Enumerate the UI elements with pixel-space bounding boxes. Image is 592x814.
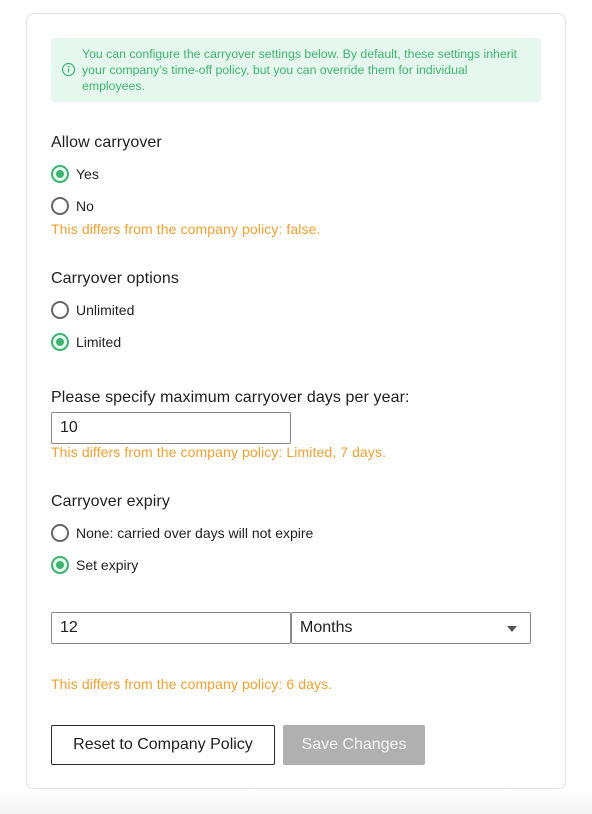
radio-unchecked-icon[interactable]	[51, 197, 69, 215]
save-changes-button[interactable]: Save Changes	[283, 725, 425, 765]
max-carryover-days-label: Please specify maximum carryover days pe…	[51, 389, 410, 406]
reset-to-company-policy-button[interactable]: Reset to Company Policy	[51, 725, 275, 765]
radio-unchecked-icon[interactable]	[51, 524, 69, 542]
radio-checked-icon[interactable]	[51, 333, 69, 351]
radio-label: None: carried over days will not expire	[76, 525, 314, 541]
radio-label: Unlimited	[76, 302, 135, 318]
radio-unchecked-icon[interactable]	[51, 301, 69, 319]
expiry-amount-input[interactable]	[51, 612, 291, 644]
max-carryover-days-input[interactable]	[51, 412, 291, 444]
radio-checked-icon[interactable]	[51, 556, 69, 574]
info-icon	[61, 62, 76, 77]
info-notice-text: You can configure the carryover settings…	[82, 47, 517, 93]
expiry-policy-warning: This differs from the company policy: 6 …	[51, 676, 333, 692]
radio-label: Set expiry	[76, 557, 139, 573]
carryover-limited-radio[interactable]: Limited	[51, 333, 121, 351]
expiry-none-radio[interactable]: None: carried over days will not expire	[51, 524, 313, 542]
carryover-options-title: Carryover options	[51, 270, 179, 287]
radio-checked-icon[interactable]	[51, 165, 69, 183]
allow-carryover-title: Allow carryover	[51, 134, 162, 151]
expiry-unit-select[interactable]: Months	[291, 612, 531, 644]
expiry-unit-value: Months	[300, 619, 353, 636]
chevron-down-icon	[507, 626, 517, 632]
carryover-unlimited-radio[interactable]: Unlimited	[51, 301, 134, 319]
expiry-set-radio[interactable]: Set expiry	[51, 556, 138, 574]
carryover-settings-card: You can configure the carryover settings…	[26, 13, 566, 789]
info-notice: You can configure the carryover settings…	[51, 38, 541, 102]
allow-carryover-policy-warning: This differs from the company policy: fa…	[51, 221, 321, 237]
allow-carryover-no-radio[interactable]: No	[51, 197, 94, 215]
allow-carryover-yes-radio[interactable]: Yes	[51, 165, 99, 183]
radio-label: No	[76, 198, 94, 214]
max-days-policy-warning: This differs from the company policy: Li…	[51, 444, 387, 460]
page-bottom-shade	[0, 790, 592, 814]
carryover-expiry-title: Carryover expiry	[51, 493, 170, 510]
radio-label: Yes	[76, 166, 99, 182]
radio-label: Limited	[76, 334, 122, 350]
